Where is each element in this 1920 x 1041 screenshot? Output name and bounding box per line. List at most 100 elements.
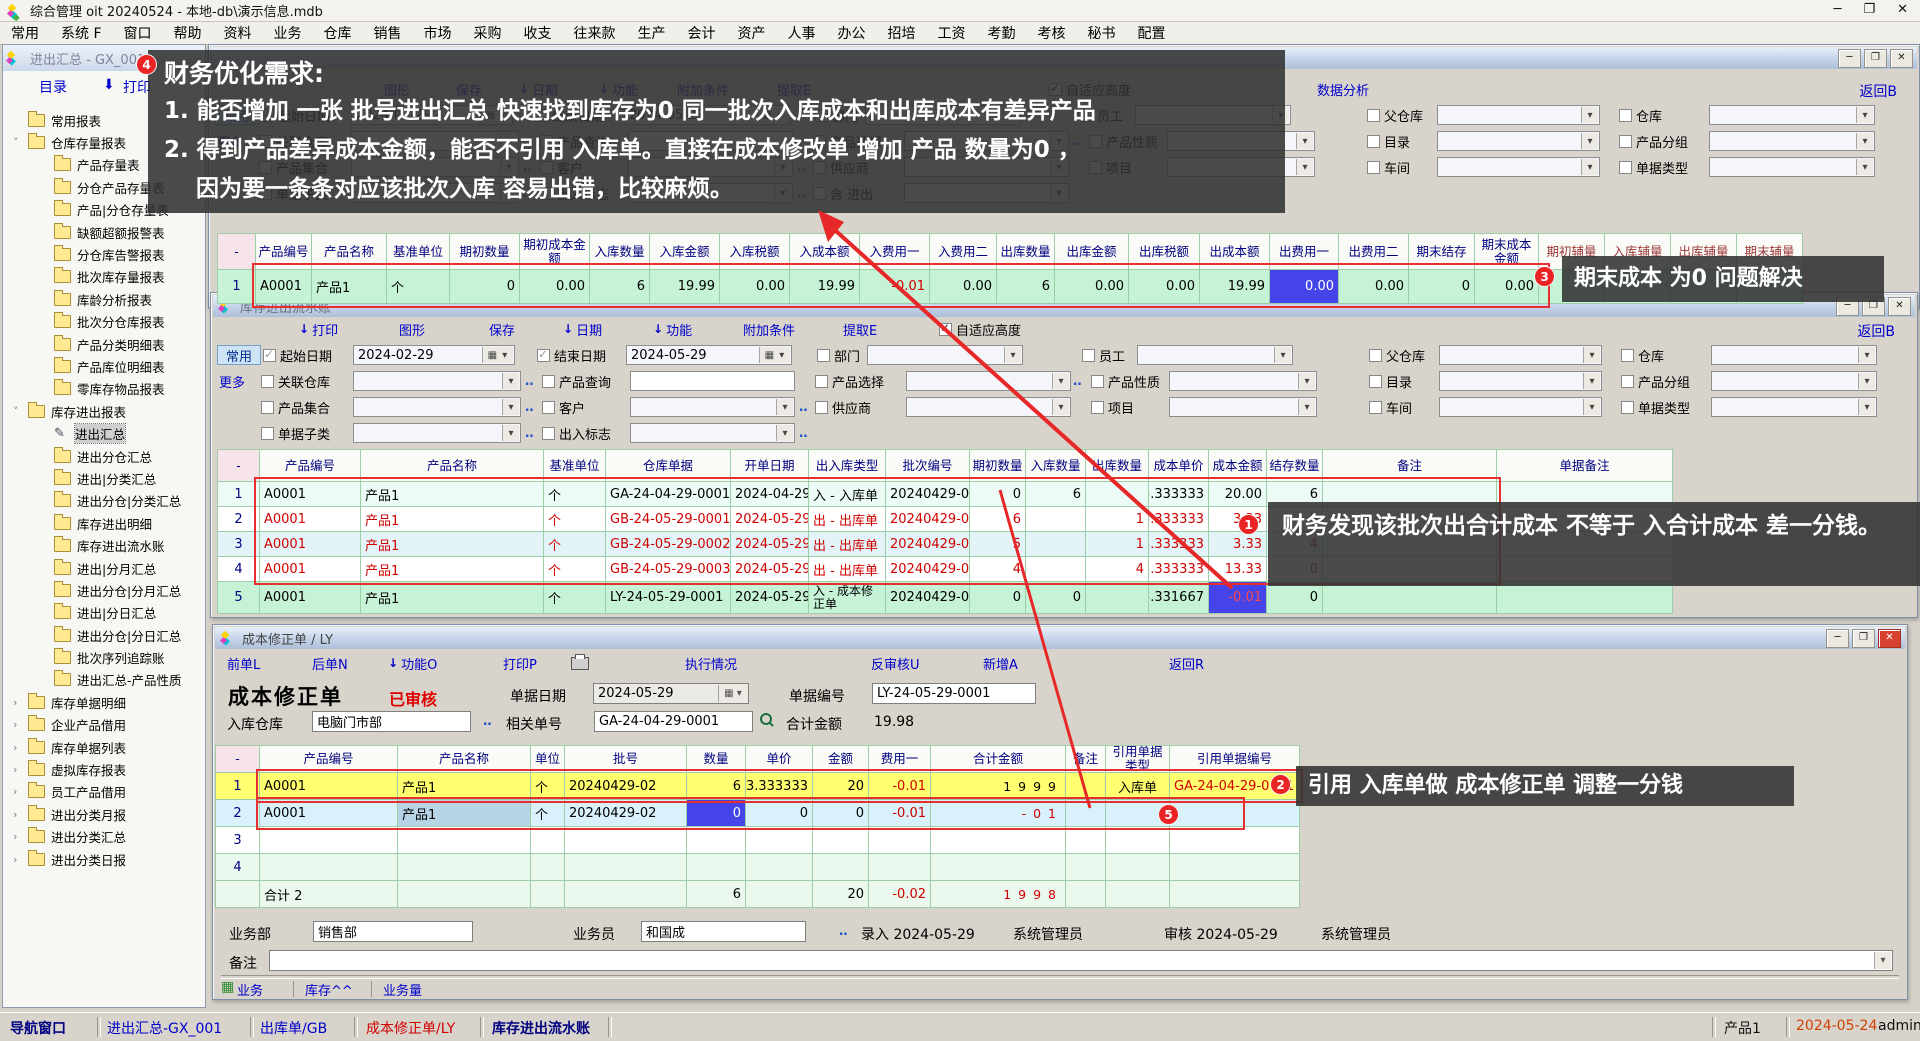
table-cell[interactable] <box>216 881 260 908</box>
table-cell[interactable]: GA-24-04-29-0001 <box>606 482 731 507</box>
table-cell[interactable]: 2 <box>216 800 260 827</box>
dropdown-arrow-icon[interactable] <box>1858 347 1875 363</box>
table-cell[interactable]: 0 <box>746 800 813 827</box>
filter-checkbox[interactable] <box>1367 135 1380 148</box>
dropdown-arrow-icon[interactable] <box>1052 373 1069 389</box>
menu-item[interactable]: 仓库 <box>313 23 363 43</box>
filter-item[interactable]: ↓ 单据类型 <box>1621 397 1690 417</box>
filter-box[interactable] <box>630 423 795 443</box>
filter-checkbox[interactable] <box>261 401 274 414</box>
table-cell[interactable]: 3 <box>218 532 260 557</box>
table-cell[interactable]: 6 <box>1026 482 1086 507</box>
menu-item[interactable]: 业务 <box>263 23 313 43</box>
sidebar-item[interactable]: ✎ 进出|分类汇总 <box>3 467 205 489</box>
sidebar-item[interactable]: ✎ 进出分仓|分月汇总 <box>3 579 205 601</box>
table-cell[interactable]: 个 <box>544 507 606 532</box>
column-header[interactable]: 产品编号 <box>260 746 398 773</box>
filter-checkbox[interactable] <box>1619 161 1632 174</box>
table-cell[interactable] <box>1086 482 1149 507</box>
table-cell[interactable]: 0 <box>450 270 520 304</box>
column-header[interactable]: 数量 <box>687 746 746 773</box>
table-cell[interactable]: 4 <box>216 854 260 881</box>
sidebar-item[interactable]: ✎ 库存进出明细 <box>3 512 205 534</box>
filter-checkbox[interactable] <box>1369 375 1382 388</box>
menu-item[interactable]: 系统 F <box>50 23 113 43</box>
filter-item[interactable]: ↓ 单据子类 <box>261 423 330 443</box>
toolbar-item[interactable]: ↓ 保存 <box>489 319 515 339</box>
filter-item[interactable]: ↓ 部门 <box>817 345 860 365</box>
filter-item[interactable]: ↓ 产品分组 <box>1619 131 1688 151</box>
filter-item[interactable]: ↓ 员工 <box>1082 345 1125 365</box>
table-cell[interactable] <box>398 854 531 881</box>
filter-box[interactable] <box>630 371 795 391</box>
column-header[interactable]: 单位 <box>531 746 565 773</box>
filter-item[interactable]: ↓ 客户 <box>542 397 585 417</box>
table-row[interactable]: 4 <box>216 854 1300 881</box>
expand-arrow-icon[interactable]: › <box>13 830 28 843</box>
dropdown-arrow-icon[interactable] <box>1296 159 1313 175</box>
table-cell[interactable]: 0 <box>1267 582 1323 614</box>
filter-checkbox[interactable] <box>1621 349 1634 362</box>
table-cell[interactable]: 0 <box>687 800 746 827</box>
menu-item[interactable]: 工资 <box>927 23 977 43</box>
sidebar-item[interactable]: ˅ ✎ 库存进出报表 <box>3 400 205 422</box>
filter-box[interactable] <box>1709 105 1875 125</box>
filter-item[interactable]: ↓ <box>353 423 521 443</box>
table-cell[interactable] <box>531 854 565 881</box>
table-cell[interactable]: 个 <box>531 773 565 800</box>
filter-item[interactable]: ↓ 产品分组 <box>1621 371 1690 391</box>
table-cell[interactable]: A0001 <box>260 773 398 800</box>
table-cell[interactable] <box>1066 854 1106 881</box>
table-cell[interactable]: A0001 <box>260 800 398 827</box>
table-cell[interactable] <box>931 827 1066 854</box>
filter-item[interactable]: ↓ <box>906 371 1071 391</box>
column-header[interactable]: 入成本额 <box>790 234 860 270</box>
table-cell[interactable]: 19.99 <box>650 270 720 304</box>
filter-item[interactable]: ↓ 产品集合 <box>261 397 330 417</box>
filter-checkbox[interactable] <box>263 349 276 362</box>
table-cell[interactable]: 6 <box>590 270 650 304</box>
table-cell[interactable] <box>746 881 813 908</box>
sidebar-item[interactable]: › ✎ 员工产品借用 <box>3 781 205 803</box>
table-cell[interactable] <box>531 881 565 908</box>
table-cell[interactable]: 3.333333 <box>1149 557 1209 582</box>
table-cell[interactable]: 1 <box>1086 507 1149 532</box>
dropdown-arrow-icon[interactable] <box>1856 133 1873 149</box>
menu-item[interactable]: 市场 <box>413 23 463 43</box>
table-cell[interactable]: 个 <box>544 532 606 557</box>
filter-box[interactable]: 2024-05-29 <box>626 345 792 365</box>
table-cell[interactable]: 20 <box>813 773 869 800</box>
dropdown-arrow-icon[interactable] <box>759 347 790 363</box>
table-cell[interactable]: 2024-05-29 <box>731 582 809 614</box>
column-header[interactable]: 单据备注 <box>1497 450 1673 482</box>
dropdown-arrow-icon[interactable] <box>1298 399 1315 415</box>
filter-item[interactable]: ↓ <box>1439 345 1602 365</box>
table-cell[interactable]: 产品1 <box>361 557 544 582</box>
filter-checkbox[interactable] <box>1621 375 1634 388</box>
status-tab[interactable]: 成本修正单/LY <box>366 1018 455 1038</box>
sidebar-item[interactable]: ✎ 分仓库告警报表 <box>3 243 205 265</box>
menu-item[interactable]: 帮助 <box>163 23 213 43</box>
filter-item[interactable]: ↓ 父仓库 <box>1367 105 1423 125</box>
table-cell[interactable]: 3.33 <box>1209 532 1267 557</box>
table-cell[interactable]: 1 <box>218 482 260 507</box>
filter-item[interactable]: ↓ <box>1439 397 1602 417</box>
column-header[interactable]: 费用一 <box>869 746 931 773</box>
table-cell[interactable]: A0001 <box>256 270 312 304</box>
table-row[interactable]: 1A0001产品1个20240429-0263.33333320-0.01199… <box>216 773 1300 800</box>
table-cell[interactable]: 2024-05-29 <box>731 557 809 582</box>
toolbar-item[interactable]: ↓ 自适应高度 <box>939 319 1021 339</box>
table-cell[interactable]: 出 - 出库单 <box>809 532 886 557</box>
table-cell[interactable]: 产品1 <box>361 507 544 532</box>
filter-box[interactable] <box>1437 105 1600 125</box>
filter-item[interactable]: ↓ <box>867 345 1023 365</box>
filter-item[interactable]: ↓ ‥ <box>525 397 536 417</box>
expand-arrow-icon[interactable]: › <box>13 785 28 798</box>
table-cell[interactable] <box>1066 800 1106 827</box>
filter-box[interactable] <box>353 397 521 417</box>
expand-arrow-icon[interactable]: ˅ <box>13 405 28 418</box>
filter-item[interactable]: ↓ <box>630 397 795 417</box>
filter-item[interactable]: ↓ 车间 <box>1367 157 1410 177</box>
filter-box[interactable] <box>906 371 1071 391</box>
table-cell[interactable]: 19.99 <box>790 270 860 304</box>
